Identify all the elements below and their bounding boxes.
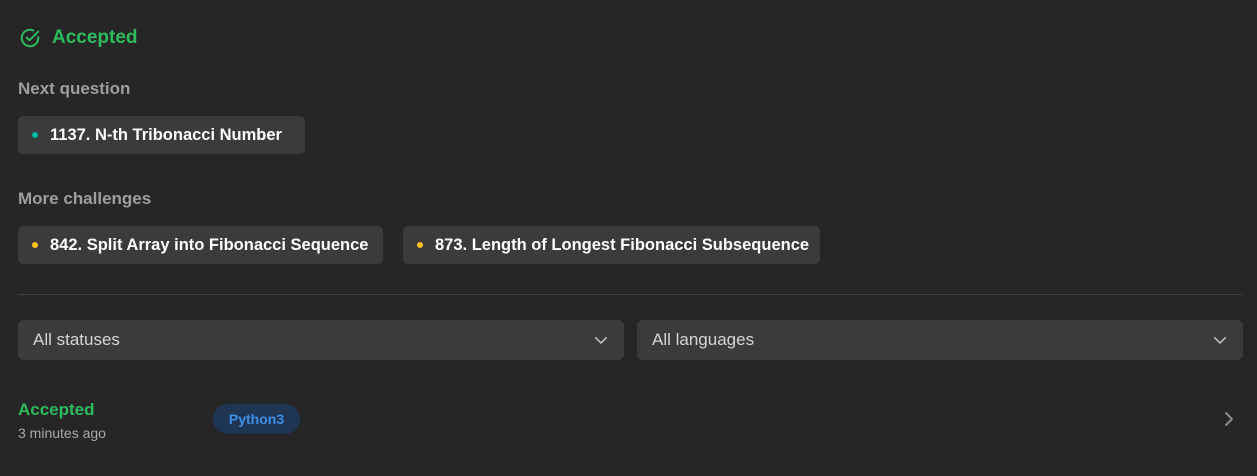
language-filter-select[interactable]: All languages [637, 320, 1243, 360]
language-badge: Python3 [213, 404, 300, 434]
next-question-title: 1137. N-th Tribonacci Number [50, 125, 282, 144]
result-status: Accepted [52, 27, 138, 48]
challenge-chip-873[interactable]: 873. Length of Longest Fibonacci Subsequ… [403, 226, 820, 264]
challenge-title: 873. Length of Longest Fibonacci Subsequ… [435, 235, 810, 254]
submission-status: Accepted [18, 400, 95, 419]
divider [18, 294, 1242, 295]
next-question-chip[interactable]: 1137. N-th Tribonacci Number [18, 116, 305, 154]
difficulty-dot [417, 242, 423, 248]
language-filter-value: All languages [652, 330, 755, 349]
challenge-title: 842. Split Array into Fibonacci Sequence [50, 235, 369, 254]
chevron-down-icon [595, 337, 607, 344]
status-filter-value: All statuses [33, 330, 120, 349]
status-filter-select[interactable]: All statuses [18, 320, 624, 360]
submission-row[interactable]: Accepted 3 minutes ago Python3 [0, 392, 1257, 450]
challenge-chip-842[interactable]: 842. Split Array into Fibonacci Sequence [18, 226, 383, 264]
difficulty-dot [32, 132, 38, 138]
submission-time: 3 minutes ago [18, 425, 106, 441]
difficulty-dot [32, 242, 38, 248]
chevron-right-icon [1225, 412, 1233, 426]
check-circle-icon [20, 28, 40, 48]
more-challenges-label: More challenges [18, 189, 152, 208]
result-header: Accepted [19, 27, 138, 49]
chevron-down-icon [1214, 337, 1226, 344]
next-question-label: Next question [18, 79, 131, 98]
